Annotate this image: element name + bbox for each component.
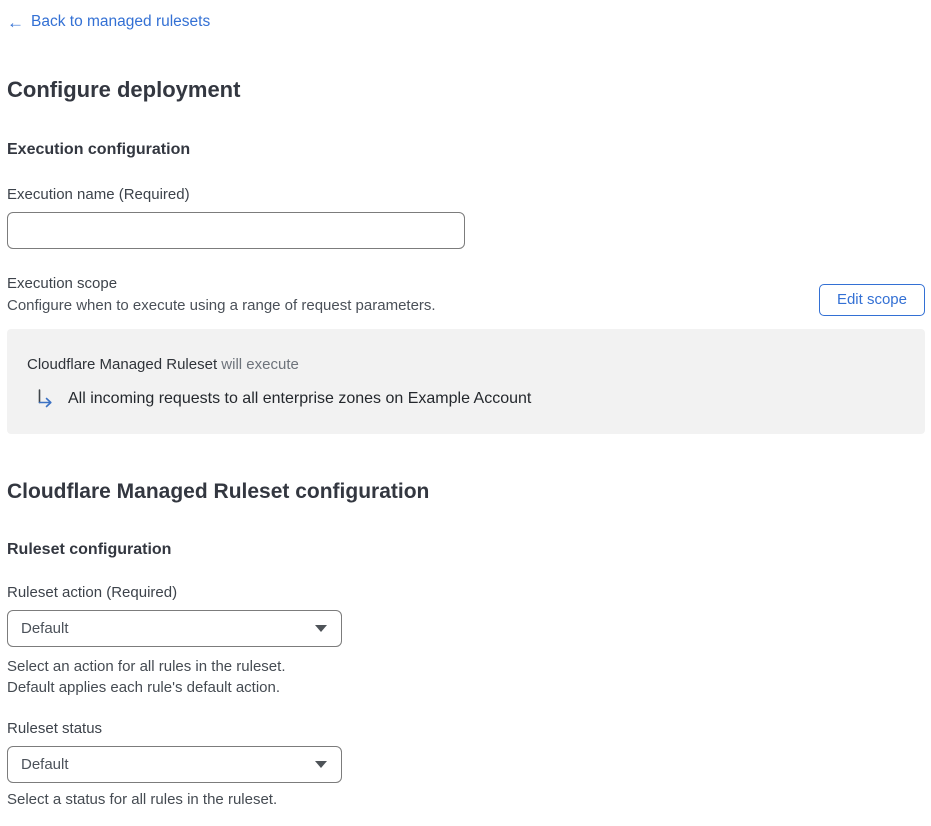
back-link[interactable]: ← Back to managed rulesets	[7, 12, 210, 32]
back-link-label: Back to managed rulesets	[31, 13, 211, 30]
execution-configuration-heading: Execution configuration	[7, 140, 191, 158]
execution-scope-label: Execution scope	[7, 274, 118, 292]
execution-scope-row: Execution scope Configure when to execut…	[7, 274, 925, 316]
execution-summary-line: Cloudflare Managed Ruleset will execute	[27, 355, 905, 375]
ruleset-status-select[interactable]: Default	[7, 745, 342, 783]
execution-scope-texts: Execution scope Configure when to execut…	[7, 274, 436, 316]
execution-scope-description: Configure when to execute using a range …	[7, 296, 436, 314]
branch-arrow-icon	[38, 388, 52, 407]
ruleset-action-select[interactable]: Default	[7, 609, 342, 647]
execution-name-label: Execution name (Required)	[7, 185, 190, 203]
ruleset-configuration-subheading: Ruleset configuration	[7, 540, 172, 558]
execution-name-input[interactable]	[7, 211, 465, 249]
page-title: Configure deployment	[7, 76, 241, 102]
edit-scope-button[interactable]: Edit scope	[818, 283, 925, 316]
ruleset-status-value: Default	[21, 755, 69, 773]
ruleset-status-help: Select a status for all rules in the rul…	[7, 790, 278, 808]
chevron-down-icon	[315, 760, 327, 768]
summary-will-execute: will execute	[221, 355, 299, 373]
back-arrow-icon: ←	[7, 12, 24, 32]
ruleset-action-label: Ruleset action (Required)	[7, 583, 178, 601]
configure-deployment-page: ← Back to managed rulesets Configure dep…	[0, 0, 931, 826]
ruleset-action-help-2: Default applies each rule's default acti…	[7, 679, 281, 696]
ruleset-configuration-title: Cloudflare Managed Ruleset configuration	[7, 479, 430, 503]
execution-summary-scope: All incoming requests to all enterprise …	[27, 388, 905, 409]
ruleset-action-value: Default	[21, 619, 69, 637]
summary-scope-text: All incoming requests to all enterprise …	[68, 389, 532, 407]
ruleset-action-help-1: Select an action for all rules in the ru…	[7, 657, 286, 675]
chevron-down-icon	[315, 624, 327, 632]
summary-ruleset-name: Cloudflare Managed Ruleset	[27, 355, 218, 373]
ruleset-status-label: Ruleset status	[7, 719, 103, 737]
execution-summary-panel: Cloudflare Managed Ruleset will execute …	[7, 328, 925, 434]
